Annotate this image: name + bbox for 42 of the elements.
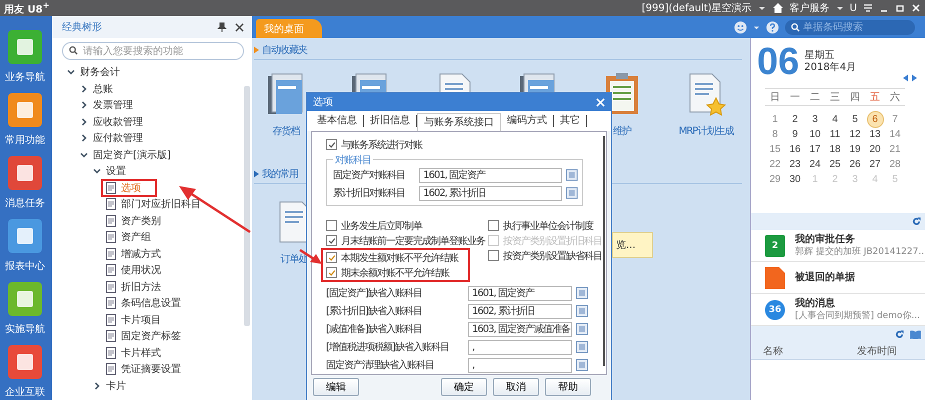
dialog-title: 选项	[313, 96, 333, 109]
field-label: [固定资产]缺省入账科目	[326, 286, 423, 300]
weekday-header: 一	[789, 91, 801, 104]
task-title: 我的审批任务	[795, 234, 856, 246]
task-title: 被退回的单据	[795, 272, 855, 284]
section-title: 自动收藏夹	[262, 44, 307, 57]
chat-bubble-icon: 36	[765, 300, 785, 320]
task-detail: 郭辉 提交的加班 JB20141227...	[795, 246, 925, 258]
day-number: 06	[757, 42, 800, 82]
option-text: 期末余额对账不平允许结账	[341, 266, 449, 280]
weekday-header: 三	[829, 91, 841, 104]
option-text: 业务发生后立即制单	[341, 220, 422, 232]
field-label: [累计折旧]缺省入账科目	[326, 304, 423, 318]
weekday-header: 五	[869, 91, 881, 104]
panel-title: 经典树形	[62, 20, 103, 34]
group-legend: 对账科目	[333, 153, 373, 167]
weekday-header: 日	[769, 91, 781, 104]
option-text: 本期发生额对账不平允许结账	[341, 252, 458, 264]
field-label: 固定资产对账科目	[333, 168, 406, 182]
account-label: [999](default)星空演示	[642, 2, 752, 15]
task-title: 我的消息	[795, 298, 836, 310]
option-text: 月末结账前一定要完成制单登账业务	[341, 234, 485, 248]
option-text: 按资产类别设置折旧科目	[503, 234, 602, 248]
field-label: [增值税进项税额]缺省入账科目	[326, 340, 450, 354]
option-text: 与账务系统进行对账	[341, 138, 422, 152]
section-title: 我的常用	[262, 168, 298, 181]
option-text: 按资产类别设置缺省科目	[503, 250, 602, 262]
weekday-header: 二	[809, 91, 821, 104]
option-text: 执行事业单位会计制度	[503, 220, 593, 232]
field-label: 累计折旧对账科目	[333, 186, 406, 200]
weekday-label: 星期五	[804, 50, 836, 62]
field-label: 固定资产清理缺省入账科目	[326, 358, 435, 372]
weekday-header: 四	[849, 91, 861, 104]
briefcase-icon: 2	[765, 234, 785, 256]
tooltip: 览...	[612, 232, 653, 258]
column-header: 名称	[763, 345, 783, 358]
task-detail: [人事合同到期预警] demo你...	[795, 310, 920, 322]
field-label: [减值准备]缺省入账科目	[326, 322, 423, 336]
month-label: 2018年4月	[804, 62, 856, 74]
column-header: 发布时间	[856, 344, 897, 358]
weekday-header: 六	[889, 90, 901, 104]
app-title: 用友 U8$^{+}$	[4, 0, 50, 16]
